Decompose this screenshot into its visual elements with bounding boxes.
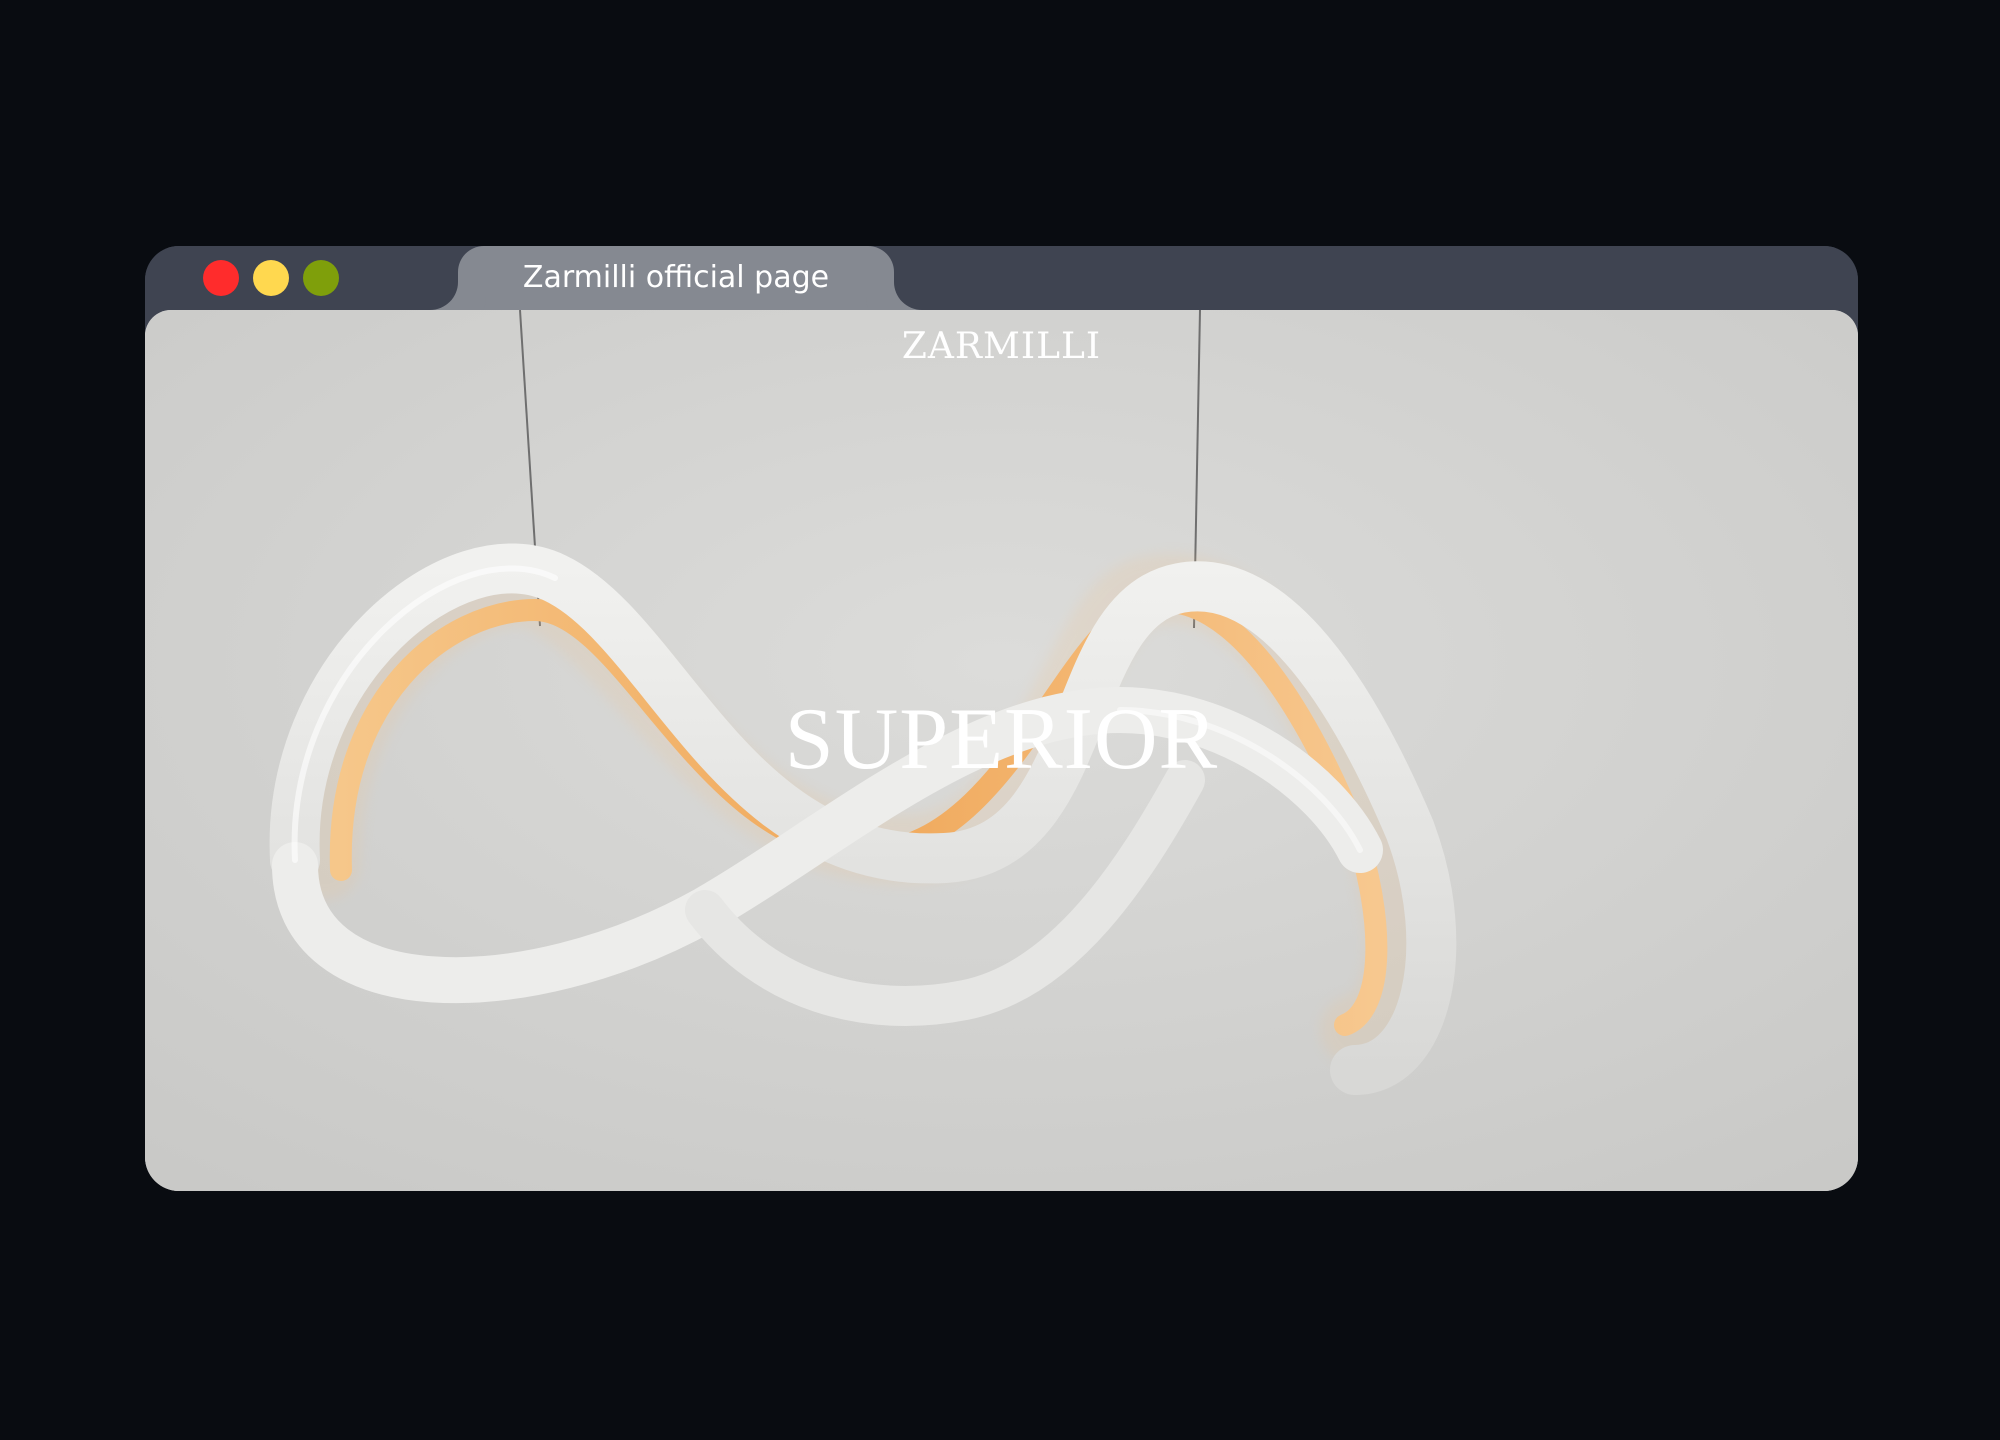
brand-logo[interactable]: ZARMILLI [145, 326, 1858, 367]
hero-heading: SUPERIOR [784, 691, 1219, 788]
maximize-window-button[interactable] [303, 260, 339, 296]
page-viewport: ZARMILLI SUPERIOR [145, 310, 1858, 1191]
close-window-button[interactable] [203, 260, 239, 296]
minimize-window-button[interactable] [253, 260, 289, 296]
tab-title: Zarmilli official page [522, 260, 830, 295]
title-bar: Zarmilli official page [145, 246, 1858, 310]
browser-tab-active[interactable]: Zarmilli official page [458, 246, 894, 310]
browser-window: Zarmilli official page ZARMILLI SUPERIOR [145, 246, 1858, 1191]
